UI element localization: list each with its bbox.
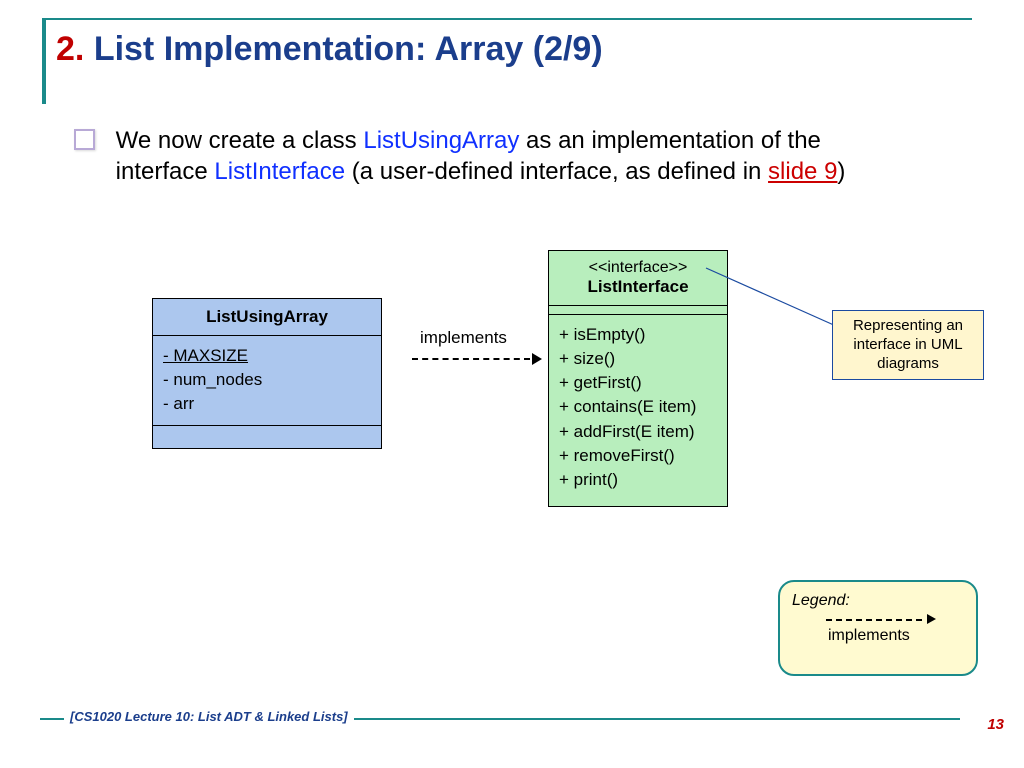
note-line: diagrams [839,355,977,374]
uml-stereotype: <<interface>> [553,259,723,277]
slide-title: 2. List Implementation: Array (2/9) [56,30,603,69]
legend-box: Legend: implements [778,580,978,676]
uml-class-name: ListUsingArray [153,299,381,336]
implements-label: implements [420,328,507,348]
uml-op: + removeFirst() [559,444,717,468]
uml-operations-empty [153,426,381,448]
uml-op: + isEmpty() [559,323,717,347]
uml-attributes-empty [549,306,727,315]
uml-interface-head: <<interface>> ListInterface [549,251,727,306]
uml-op: + print() [559,468,717,492]
uml-class-box: ListUsingArray - MAXSIZE - num_nodes - a… [152,298,382,449]
note-line: Representing an [839,317,977,336]
legend-label: implements [828,627,964,645]
top-border [42,18,972,20]
uml-attr: - arr [163,392,371,416]
implements-arrow-icon [412,355,542,365]
footer-text: [CS1020 Lecture 10: List ADT & Linked Li… [64,709,354,724]
uml-op: + getFirst() [559,371,717,395]
uml-interface-box: <<interface>> ListInterface + isEmpty() … [548,250,728,507]
code-ident: ListUsingArray [363,127,519,154]
uml-op: + size() [559,347,717,371]
uml-attributes: - MAXSIZE - num_nodes - arr [153,336,381,426]
title-number: 2. [56,30,84,68]
code-ident: ListInterface [214,158,345,185]
uml-attr: - MAXSIZE [163,344,371,368]
uml-op: + addFirst(E item) [559,420,717,444]
uml-operations: + isEmpty() + size() + getFirst() + cont… [549,315,727,506]
bullet-icon [74,129,95,150]
bullet-seg: (a user-defined interface, as defined in [345,158,768,185]
bullet-seg: ) [837,158,845,185]
page-number: 13 [987,716,1004,733]
uml-attr: - num_nodes [163,368,371,392]
legend-arrow-icon [826,616,936,626]
bullet-item: We now create a class ListUsingArray as … [74,126,914,187]
title-text: List Implementation: Array (2/9) [94,30,603,68]
note-line: interface in UML [839,336,977,355]
bullet-text: We now create a class ListUsingArray as … [116,126,906,187]
slide-link[interactable]: slide 9 [768,158,837,185]
uml-note: Representing an interface in UML diagram… [832,310,984,380]
bullet-seg: We now create a class [116,127,364,154]
side-border [42,18,46,104]
uml-op: + contains(E item) [559,395,717,419]
uml-interface-name: ListInterface [587,277,688,296]
legend-title: Legend: [792,592,964,610]
